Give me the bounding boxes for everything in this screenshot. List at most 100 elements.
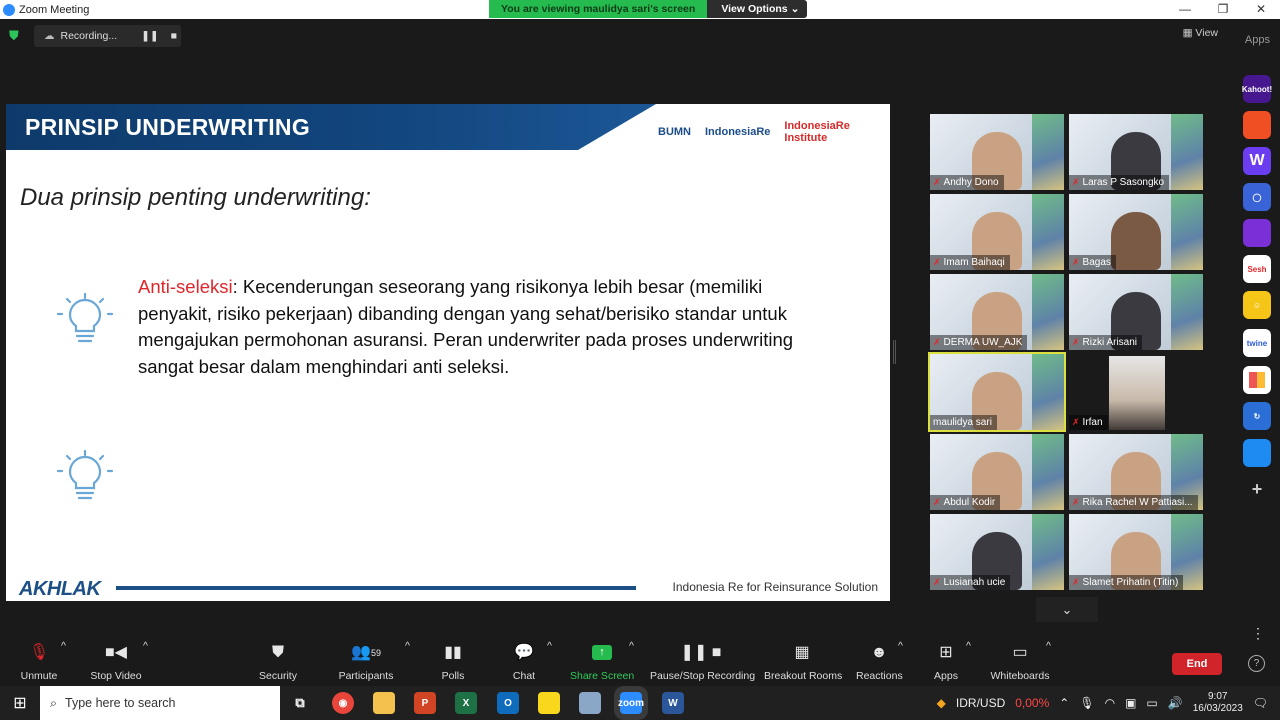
- powerpoint-icon[interactable]: P: [414, 692, 436, 714]
- muted-mic-icon: ✗: [933, 337, 941, 347]
- app-icon[interactable]: [1243, 111, 1271, 139]
- video-tile[interactable]: ✗ Rika Rachel W Pattiasi...: [1069, 434, 1203, 510]
- app-icon[interactable]: ↻: [1243, 402, 1271, 430]
- apps-options-caret[interactable]: ^: [966, 640, 971, 652]
- display-icon[interactable]: ▣: [1125, 696, 1136, 710]
- muted-mic-icon: ✗: [1072, 337, 1080, 347]
- app-icon[interactable]: ◯: [1243, 183, 1271, 211]
- slide-subtitle: Dua prinsip penting underwriting:: [20, 184, 371, 211]
- currency-change: 0,00%: [1015, 696, 1050, 710]
- view-options-button[interactable]: View Options ⌄: [707, 0, 808, 18]
- video-background: [1032, 514, 1064, 590]
- apps-button[interactable]: ⊞ Apps: [930, 640, 962, 682]
- chat-button[interactable]: 💬 Chat: [507, 640, 541, 682]
- participant-name: maulidya sari: [933, 417, 992, 428]
- whiteboards-button[interactable]: ▭ Whiteboards: [990, 640, 1050, 682]
- view-button[interactable]: ▦ View: [1183, 27, 1218, 39]
- unmute-button[interactable]: 🎙 Unmute: [18, 640, 60, 682]
- slide-title: PRINSIP UNDERWRITING: [25, 114, 311, 140]
- video-options-caret[interactable]: ^: [143, 640, 148, 652]
- share-options-caret[interactable]: ^: [629, 640, 634, 652]
- app-icon[interactable]: ☺: [1243, 291, 1271, 319]
- zoom-logo-icon: [3, 3, 15, 16]
- minimize-button[interactable]: —: [1166, 0, 1204, 19]
- file-explorer-icon[interactable]: [373, 692, 395, 714]
- video-tile[interactable]: ✗ Rizki Arisani: [1069, 274, 1203, 350]
- video-tile[interactable]: ✗ Irfan: [1069, 354, 1203, 430]
- lightbulb-icon: [56, 292, 114, 343]
- sesh-app-icon[interactable]: Sesh: [1243, 255, 1271, 283]
- end-meeting-button[interactable]: End: [1172, 653, 1222, 675]
- currency-label: IDR/USD: [955, 696, 1006, 710]
- close-button[interactable]: ✕: [1242, 0, 1280, 19]
- windows-start-icon[interactable]: ⊞: [0, 693, 40, 713]
- participant-name-tag: ✗ Imam Baihaqi: [930, 255, 1010, 270]
- video-tile[interactable]: ✗ Andhy Dono: [930, 114, 1064, 190]
- chat-options-caret[interactable]: ^: [547, 640, 552, 652]
- battery-icon[interactable]: ▭: [1146, 696, 1157, 710]
- app-icon[interactable]: [579, 692, 601, 714]
- muted-mic-icon: ✗: [933, 577, 941, 587]
- volume-icon[interactable]: 🔊: [1168, 696, 1183, 710]
- pause-recording-button[interactable]: ❚❚: [141, 30, 159, 42]
- video-tile[interactable]: ✗ Imam Baihaqi: [930, 194, 1064, 270]
- unmute-label: Unmute: [20, 670, 58, 682]
- pause-stop-recording-button[interactable]: ❚❚ ■ Pause/Stop Recording: [650, 640, 755, 682]
- reactions-button[interactable]: ☻ Reactions: [856, 640, 903, 682]
- add-app-icon[interactable]: +: [1243, 475, 1271, 503]
- shield-icon[interactable]: ⛊: [9, 28, 23, 43]
- panel-resize-handle[interactable]: [893, 340, 896, 364]
- video-tile[interactable]: ✗ Lusianah ucie: [930, 514, 1064, 590]
- maximize-button[interactable]: ❐: [1204, 0, 1242, 19]
- app-icon[interactable]: [1243, 439, 1271, 467]
- kahoot-app-icon[interactable]: Kahoot!: [1241, 75, 1273, 103]
- bumn-logo: BUMN: [658, 126, 691, 138]
- stop-recording-button[interactable]: ■: [171, 30, 177, 42]
- reactions-options-caret[interactable]: ^: [898, 640, 903, 652]
- wifi-icon[interactable]: ◠: [1105, 696, 1115, 710]
- notifications-icon[interactable]: 🗨: [1253, 696, 1268, 710]
- participant-name-tag: ✗ Abdul Kodir: [930, 495, 1001, 510]
- polls-button[interactable]: ▮▮ Polls: [438, 640, 468, 682]
- video-tile[interactable]: ✗ Laras P Sasongko: [1069, 114, 1203, 190]
- outlook-icon[interactable]: O: [497, 692, 519, 714]
- participants-button[interactable]: 👥59 Participants: [335, 640, 397, 682]
- video-tile[interactable]: ✗ Bagas: [1069, 194, 1203, 270]
- video-tile[interactable]: ✗ Slamet Prihatin (Titin): [1069, 514, 1203, 590]
- excel-icon[interactable]: X: [455, 692, 477, 714]
- twine-app-icon[interactable]: twine: [1243, 329, 1271, 357]
- video-tile[interactable]: ✗ DERMA UW_AJK: [930, 274, 1064, 350]
- apps-panel-label: Apps: [1244, 34, 1270, 46]
- app-icon[interactable]: [1243, 219, 1271, 247]
- security-button[interactable]: ⛊ Security: [256, 640, 300, 682]
- app-label: Kahoot!: [1241, 84, 1273, 94]
- video-tile[interactable]: ✗ Abdul Kodir: [930, 434, 1064, 510]
- clock-time: 9:07: [1208, 691, 1228, 702]
- taskbar-clock[interactable]: 9:07 16/03/2023: [1193, 691, 1243, 715]
- participants-options-caret[interactable]: ^: [405, 640, 410, 652]
- chevron-up-icon[interactable]: ⌃: [1059, 696, 1069, 710]
- taskbar-search-box[interactable]: ⌕ Type here to search: [40, 686, 280, 720]
- reactions-label: Reactions: [856, 670, 903, 682]
- app-label: W: [1249, 152, 1265, 169]
- indonesiare-institute-logo: IndonesiaRe Institute: [784, 120, 850, 144]
- sticky-notes-icon[interactable]: [538, 692, 560, 714]
- word-icon[interactable]: W: [662, 692, 684, 714]
- share-screen-button[interactable]: ↑ Share Screen: [570, 640, 634, 682]
- help-icon[interactable]: ?: [1248, 655, 1265, 672]
- zoom-taskbar-icon[interactable]: zoom: [618, 692, 644, 714]
- app-icon[interactable]: [1243, 366, 1271, 394]
- whiteboards-options-caret[interactable]: ^: [1046, 640, 1051, 652]
- chrome-icon[interactable]: ◉: [332, 692, 354, 714]
- app-logo: [1249, 372, 1265, 388]
- slide-footer-text: Indonesia Re for Reinsurance Solution: [672, 580, 878, 594]
- wooclap-app-icon[interactable]: W: [1243, 147, 1271, 175]
- next-page-chevron-button[interactable]: ⌄: [1036, 597, 1098, 622]
- audio-options-caret[interactable]: ^: [61, 640, 66, 652]
- active-speaker-tile[interactable]: maulidya sari: [928, 352, 1066, 432]
- task-view-icon[interactable]: ⧉: [289, 692, 311, 714]
- breakout-rooms-button[interactable]: ▦ Breakout Rooms: [764, 640, 842, 682]
- stop-video-button[interactable]: ■◀ Stop Video: [88, 640, 144, 682]
- video-camera-icon: ■◀: [105, 644, 127, 661]
- microphone-icon[interactable]: 🎙: [1079, 696, 1094, 710]
